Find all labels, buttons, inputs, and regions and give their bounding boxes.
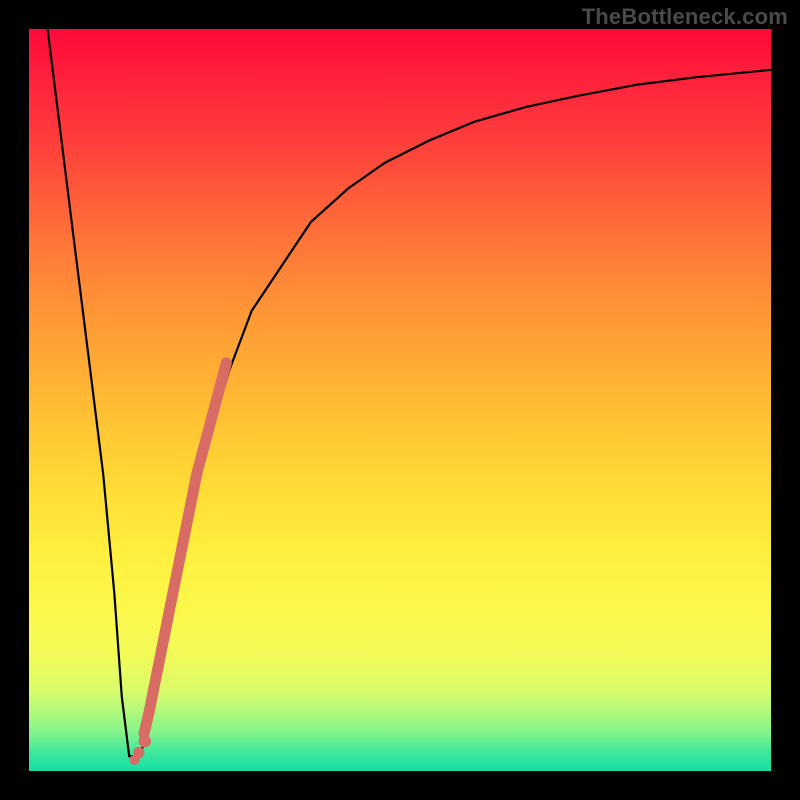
chart-svg <box>29 29 771 771</box>
highlight-dot <box>133 747 144 758</box>
plot-area <box>29 29 771 771</box>
chart-frame: TheBottleneck.com <box>0 0 800 800</box>
watermark-text: TheBottleneck.com <box>582 4 788 30</box>
highlight-dots <box>129 735 151 765</box>
bottleneck-curve <box>48 29 771 756</box>
highlight-segment <box>144 363 226 734</box>
highlight-dot <box>139 735 151 747</box>
